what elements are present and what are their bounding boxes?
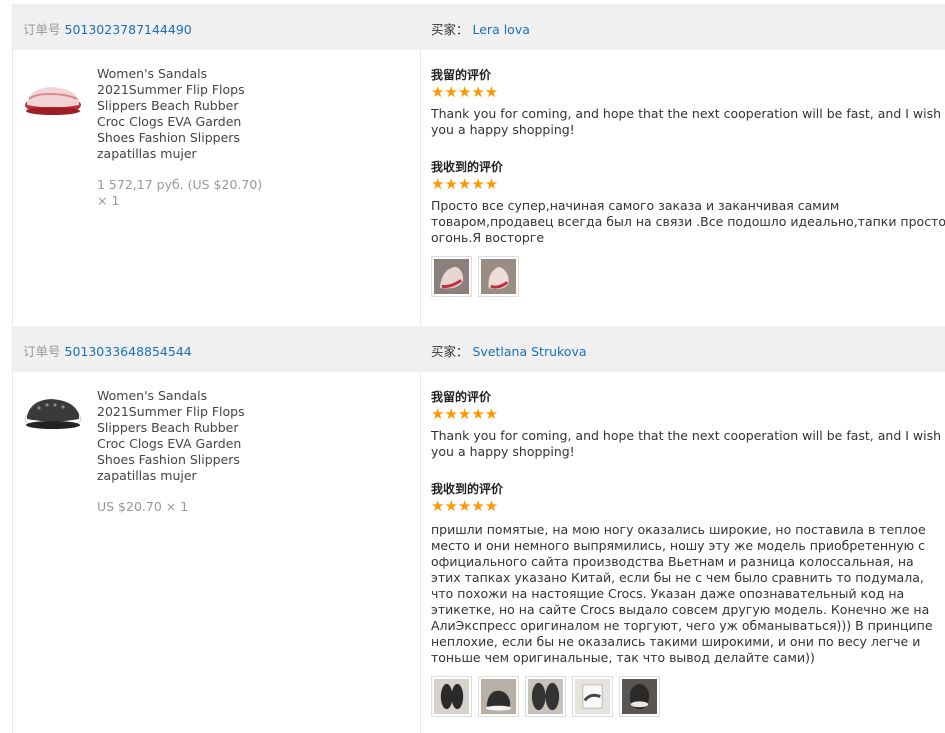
received-feedback: 我收到的评价 ★★★★★ Просто все супер,начиная са… (431, 158, 945, 297)
order-card: 订单号 5013023787144490 买家： Lera lova Women… (12, 4, 945, 325)
buyer-row: 买家： Lera lova (431, 19, 530, 38)
my-feedback: 我留的评价 ★★★★★ Thank you for coming, and ho… (431, 388, 945, 460)
order-body: Women's Sandals 2021Summer Flip Flops Sl… (13, 372, 945, 733)
received-feedback-stars: ★★★★★ (431, 497, 499, 515)
received-feedback-text: пришли помятые, на мою ногу оказались ши… (431, 522, 933, 665)
order-body: Women's Sandals 2021Summer Flip Flops Sl… (13, 50, 945, 325)
order-number-row: 订单号 5013033648854544 (23, 341, 192, 360)
my-feedback-stars: ★★★★★ (431, 405, 499, 423)
buyer-row: 买家： Svetlana Strukova (431, 341, 587, 360)
received-feedback-label: 我收到的评价 (431, 482, 504, 496)
my-feedback-label: 我留的评价 (431, 390, 492, 404)
order-number-link[interactable]: 5013033648854544 (65, 344, 192, 359)
feedback-photo[interactable] (525, 676, 566, 717)
product-title-link[interactable]: Women's Sandals 2021Summer Flip Flops Sl… (97, 66, 257, 162)
my-feedback-label: 我留的评价 (431, 68, 492, 82)
buyer-name-link[interactable]: Svetlana Strukova (473, 344, 587, 359)
order-number-label: 订单号 (23, 344, 61, 359)
column-divider (420, 50, 421, 325)
order-card: 订单号 5013033648854544 买家： Svetlana Struko… (12, 326, 945, 733)
feedback-photos (431, 256, 945, 297)
product-thumbnail[interactable] (23, 72, 83, 122)
feedback-photo[interactable] (478, 256, 519, 297)
product-thumbnail[interactable] (23, 386, 83, 436)
buyer-name-link[interactable]: Lera lova (473, 22, 530, 37)
my-feedback-stars: ★★★★★ (431, 83, 499, 101)
buyer-label: 买家： (431, 22, 469, 37)
received-feedback-label: 我收到的评价 (431, 160, 504, 174)
product-price: US $20.70 × 1 (97, 499, 189, 514)
product-price: 1 572,17 руб. (US $20.70) (97, 177, 263, 192)
buyer-label: 买家： (431, 344, 469, 359)
order-number-link[interactable]: 5013023787144490 (65, 22, 192, 37)
received-feedback: 我收到的评价 ★★★★★ пришли помятые, на мою ногу… (431, 480, 945, 717)
order-header: 订单号 5013033648854544 买家： Svetlana Struko… (13, 326, 945, 372)
my-feedback-text: Thank you for coming, and hope that the … (431, 106, 942, 137)
feedback-photo[interactable] (572, 676, 613, 717)
feedback-photo[interactable] (478, 676, 519, 717)
my-feedback: 我留的评价 ★★★★★ Thank you for coming, and ho… (431, 66, 945, 138)
feedback-photos (431, 676, 945, 717)
my-feedback-text: Thank you for coming, and hope that the … (431, 428, 942, 459)
received-feedback-text: Просто все супер,начиная самого заказа и… (431, 198, 945, 245)
column-divider (420, 372, 421, 733)
received-feedback-stars: ★★★★★ (431, 175, 499, 193)
feedback-photo[interactable] (431, 256, 472, 297)
product-title-link[interactable]: Women's Sandals 2021Summer Flip Flops Sl… (97, 388, 257, 484)
product-quantity: × 1 (97, 193, 120, 208)
order-number-row: 订单号 5013023787144490 (23, 19, 192, 38)
order-number-label: 订单号 (23, 22, 61, 37)
feedback-photo[interactable] (431, 676, 472, 717)
order-header: 订单号 5013023787144490 买家： Lera lova (13, 4, 945, 50)
feedback-photo[interactable] (619, 676, 660, 717)
